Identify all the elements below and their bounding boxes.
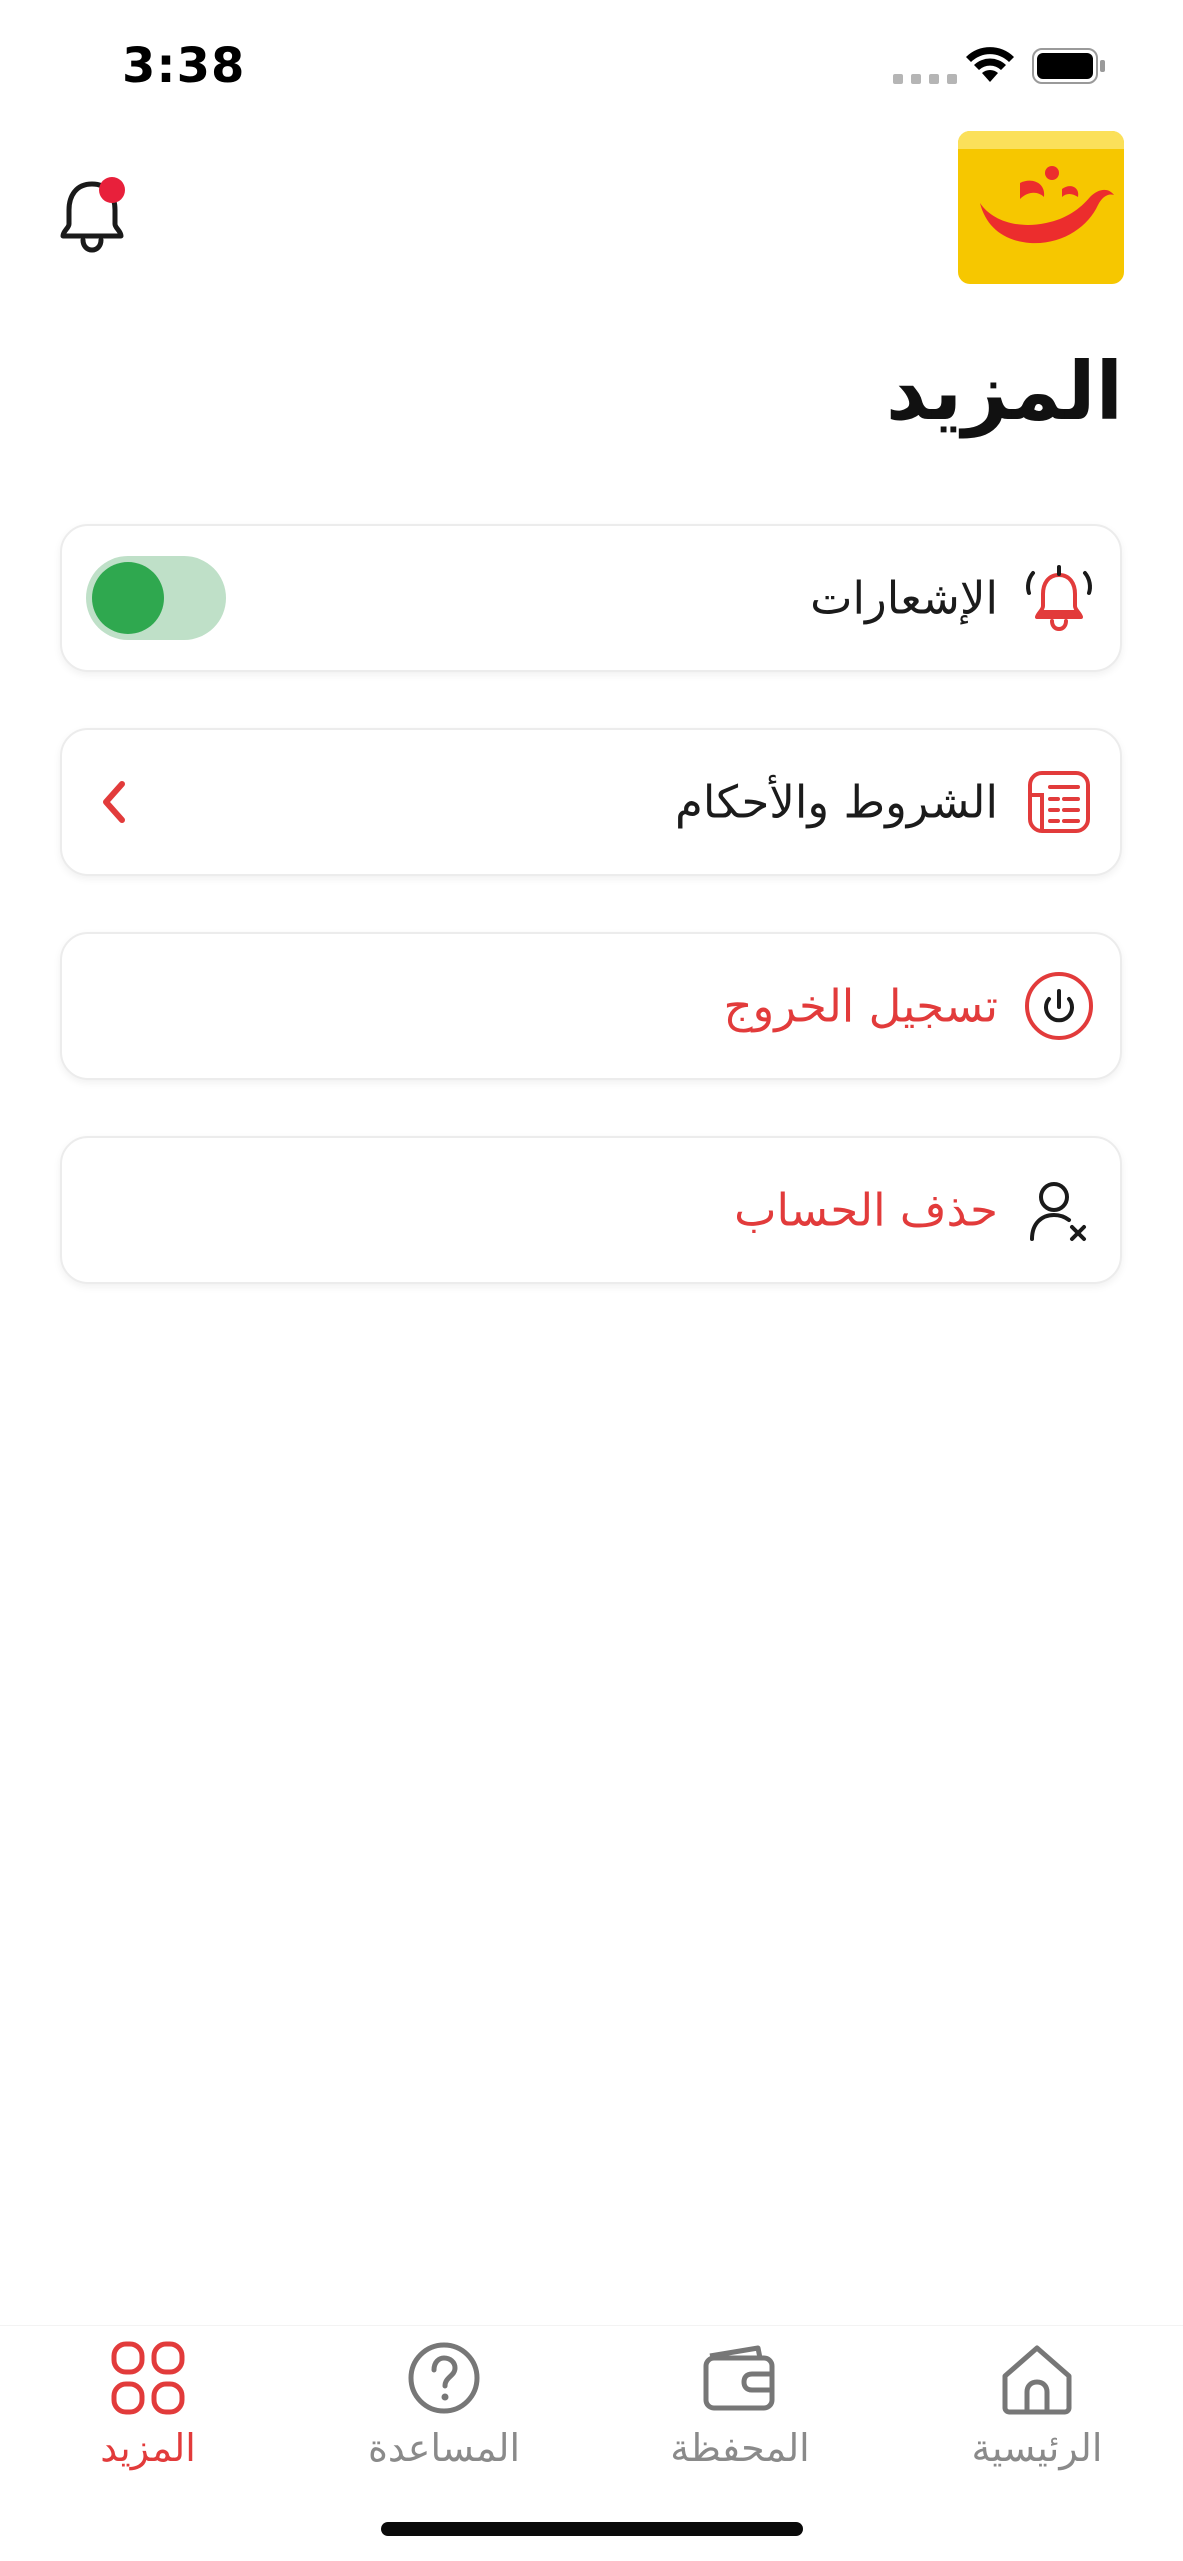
delete-account-row[interactable]: حذف الحساب bbox=[60, 1136, 1122, 1284]
logout-row[interactable]: تسجيل الخروج bbox=[60, 932, 1122, 1080]
home-indicator bbox=[381, 2522, 803, 2536]
nav-tab-more[interactable]: المزيد bbox=[28, 2326, 268, 2486]
app-logo bbox=[958, 131, 1124, 284]
nav-tab-home[interactable]: الرئيسية bbox=[917, 2326, 1157, 2486]
chevron-left-icon bbox=[103, 781, 125, 823]
document-list-icon bbox=[1022, 765, 1096, 839]
user-remove-icon bbox=[1022, 1173, 1096, 1247]
status-bar: 3:38 bbox=[0, 0, 1183, 130]
delete-account-label: حذف الحساب bbox=[734, 1183, 998, 1237]
question-circle-icon bbox=[408, 2342, 480, 2414]
nav-tab-help[interactable]: المساعدة bbox=[324, 2326, 564, 2486]
bell-with-badge-icon bbox=[60, 177, 125, 253]
bell-ringing-icon bbox=[1022, 561, 1096, 635]
logout-label: تسجيل الخروج bbox=[723, 979, 998, 1033]
status-time: 3:38 bbox=[122, 38, 246, 94]
wifi-icon bbox=[966, 47, 1014, 82]
terms-and-conditions-row[interactable]: الشروط والأحكام bbox=[60, 728, 1122, 876]
notifications-setting-row: الإشعارات bbox=[60, 524, 1122, 672]
logo-mark-icon bbox=[980, 166, 1114, 244]
terms-label: الشروط والأحكام bbox=[675, 775, 998, 829]
power-icon bbox=[1022, 969, 1096, 1043]
wallet-icon bbox=[703, 2345, 775, 2411]
nav-label-home: الرئيسية bbox=[971, 2426, 1103, 2470]
notifications-bell-button[interactable] bbox=[52, 170, 138, 256]
nav-tab-wallet[interactable]: المحفظة bbox=[620, 2326, 860, 2486]
home-icon bbox=[1002, 2345, 1072, 2415]
notifications-toggle[interactable] bbox=[86, 556, 226, 640]
nav-label-more: المزيد bbox=[100, 2426, 196, 2470]
nav-label-help: المساعدة bbox=[367, 2426, 521, 2470]
notifications-label: الإشعارات bbox=[810, 571, 998, 625]
page-title: المزيد bbox=[885, 345, 1123, 438]
toggle-knob bbox=[92, 562, 164, 634]
nav-label-wallet: المحفظة bbox=[670, 2426, 810, 2470]
cellular-signal-icon bbox=[893, 74, 957, 84]
grid-icon bbox=[111, 2341, 185, 2415]
battery-icon bbox=[1032, 48, 1105, 84]
